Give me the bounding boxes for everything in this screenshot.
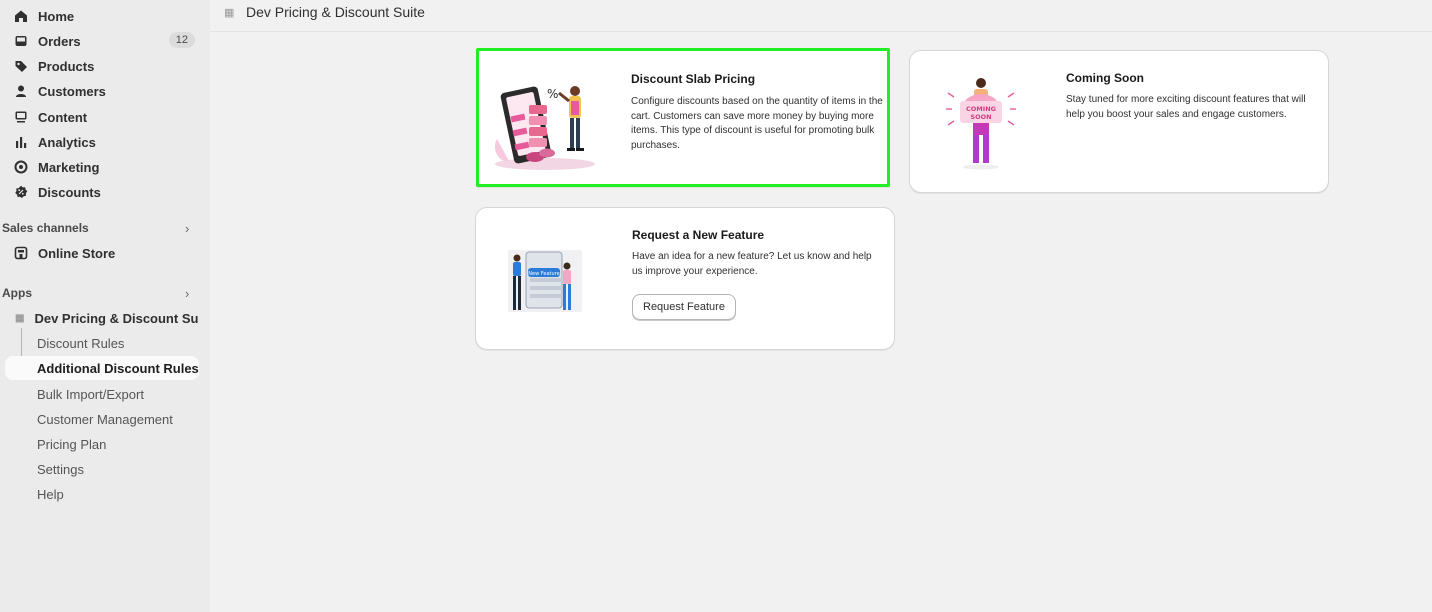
svg-text:%: % — [547, 87, 558, 101]
bar-chart-icon — [14, 135, 28, 149]
sidebar-item-content[interactable]: Content — [5, 105, 199, 129]
home-icon — [14, 9, 28, 23]
target-icon — [14, 160, 28, 174]
sidebar-subitem-additional-discount-rules[interactable]: Additional Discount Rules — [5, 356, 199, 380]
inbox-icon — [14, 34, 28, 48]
card-title: Coming Soon — [1066, 71, 1144, 85]
page-title: Dev Pricing & Discount Suite — [246, 4, 425, 20]
sidebar-item-label: Content — [38, 109, 88, 125]
sidebar-item-orders[interactable]: Orders 12 — [5, 29, 199, 53]
svg-text:SOON: SOON — [970, 113, 991, 121]
sidebar-app-label: Dev Pricing & Discount Su... — [34, 310, 199, 326]
sidebar-item-label: Analytics — [38, 134, 96, 150]
sales-channels-chevron-icon[interactable]: › — [185, 221, 189, 236]
sidebar-item-online-store[interactable]: Online Store — [5, 241, 199, 265]
orders-count-badge: 12 — [168, 32, 195, 48]
sidebar-subitem-settings[interactable]: Settings — [5, 457, 199, 481]
sidebar-subitem-pricing-plan[interactable]: Pricing Plan — [5, 432, 199, 456]
card-title: Request a New Feature — [632, 228, 765, 242]
card-title: Discount Slab Pricing — [631, 72, 756, 86]
apps-heading: Apps — [2, 286, 32, 300]
card-description: Have an idea for a new feature? Let us k… — [632, 251, 872, 277]
sales-channels-heading: Sales channels — [2, 221, 89, 235]
sidebar-item-label: Discounts — [38, 184, 101, 200]
discount-icon — [14, 185, 28, 199]
person-icon — [14, 84, 28, 98]
slab-pricing-illustration: % — [494, 86, 595, 170]
apps-chevron-icon[interactable]: › — [185, 286, 189, 301]
sidebar-subitem-customer-management[interactable]: Customer Management — [5, 407, 199, 431]
content-icon — [14, 110, 28, 124]
sidebar-item-marketing[interactable]: Marketing — [5, 155, 199, 179]
sidebar-app-item[interactable]: ▦ Dev Pricing & Discount Su... — [5, 306, 199, 330]
request-feature-illustration: New Feature — [508, 250, 582, 312]
coming-soon-illustration: COMING SOON — [946, 78, 1016, 170]
sidebar-item-customers[interactable]: Customers — [5, 79, 199, 103]
sidebar-subitem-bulk-import-export[interactable]: Bulk Import/Export — [5, 382, 199, 406]
request-feature-button[interactable]: Request Feature — [632, 294, 736, 320]
sidebar-item-discounts[interactable]: Discounts — [5, 180, 199, 204]
sidebar-item-label: Home — [38, 8, 75, 24]
sidebar-item-label: Online Store — [38, 245, 116, 261]
sidebar-item-label: Customers — [38, 83, 106, 99]
discount-slab-pricing-card[interactable]: % Discount Slab Pricing Configure discou… — [476, 48, 890, 187]
sidebar-item-label: Orders — [38, 33, 81, 49]
sidebar: Home Orders 12 Products Customers Conten… — [0, 0, 210, 612]
app-icon: ▦ — [224, 7, 235, 19]
sidebar-item-home[interactable]: Home — [5, 4, 199, 28]
sidebar-item-analytics[interactable]: Analytics — [5, 130, 199, 154]
sidebar-item-label: Marketing — [38, 159, 100, 175]
app-icon: ▦ — [15, 312, 25, 324]
sidebar-item-products[interactable]: Products — [5, 54, 199, 78]
request-feature-card: New Feature Request a New Feature Have a… — [475, 207, 895, 350]
sidebar-item-label: Products — [38, 58, 95, 74]
coming-soon-card: COMING SOON Coming Soon Stay tuned for m… — [909, 50, 1329, 193]
tag-icon — [14, 59, 28, 73]
svg-text:COMING: COMING — [966, 105, 996, 113]
card-description: Stay tuned for more exciting discount fe… — [1066, 94, 1306, 120]
app-header: ▦ Dev Pricing & Discount Suite — [210, 0, 1432, 32]
sidebar-subitem-discount-rules[interactable]: Discount Rules — [5, 331, 199, 355]
store-icon — [14, 246, 28, 260]
svg-text:New Feature: New Feature — [528, 271, 559, 277]
card-description: Configure discounts based on the quantit… — [631, 96, 883, 151]
sidebar-subitem-help[interactable]: Help — [5, 482, 199, 506]
